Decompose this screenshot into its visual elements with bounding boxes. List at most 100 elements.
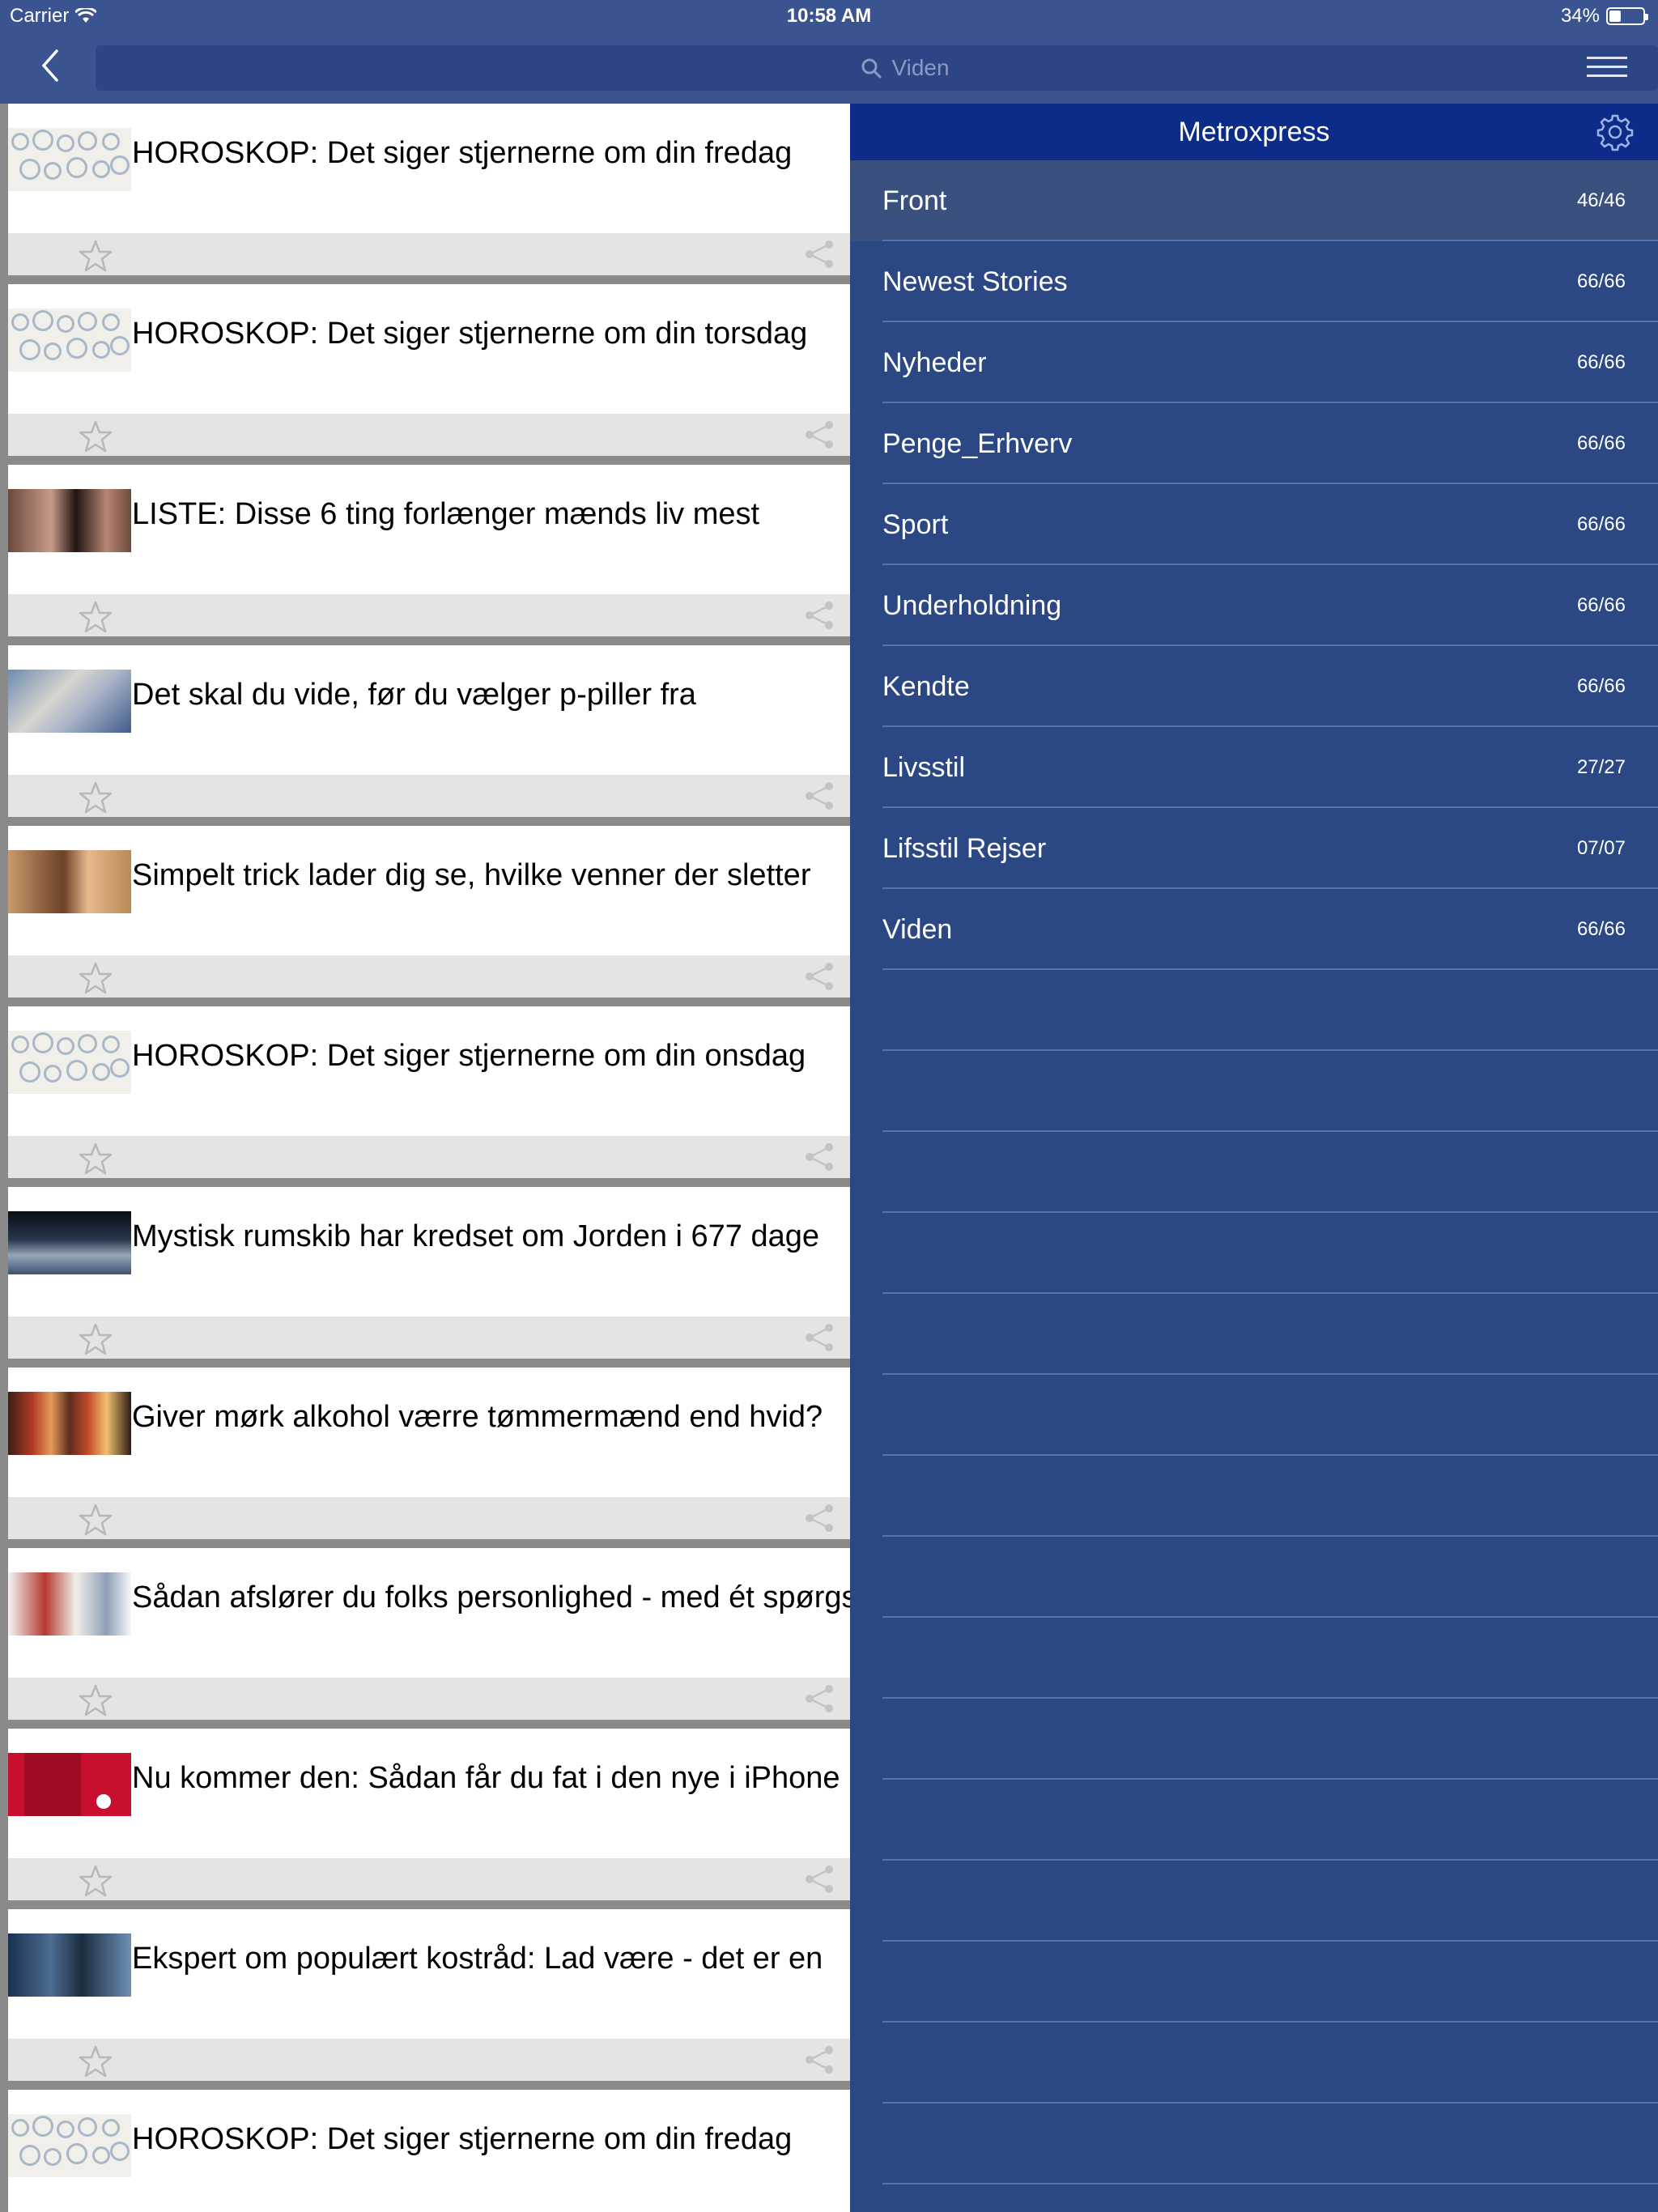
share-button[interactable] [801,1141,837,1173]
category-name: Newest Stories [882,266,1068,297]
share-button[interactable] [801,599,837,632]
article-title[interactable]: Nu kommer den: Sådan får du fat i den ny… [132,1761,840,1796]
category-item[interactable]: Sport 66/66 [850,484,1658,565]
article-thumbnail [8,489,131,552]
category-item[interactable]: Viden 66/66 [850,889,1658,970]
panel-header: Metroxpress [850,104,1658,160]
empty-row-divider [882,1535,1658,1537]
article-title[interactable]: Sådan afslører du folks personlighed - m… [132,1580,850,1615]
empty-row-divider [882,1454,1658,1456]
share-button[interactable] [801,780,837,812]
empty-row-divider [882,1859,1658,1861]
favorite-button[interactable] [78,1141,113,1176]
share-button[interactable] [801,1863,837,1895]
article-actions [8,775,850,817]
favorite-button[interactable] [78,419,113,454]
article-title[interactable]: LISTE: Disse 6 ting forlænger mænds liv … [132,497,759,532]
favorite-button[interactable] [78,1321,113,1357]
share-button[interactable] [801,419,837,451]
menu-button[interactable] [1587,50,1627,86]
category-item[interactable]: Newest Stories 66/66 [850,241,1658,322]
article-list[interactable]: HOROSKOP: Det siger stjernerne om din fr… [0,104,850,2212]
favorite-button[interactable] [78,599,113,635]
star-icon [79,1323,113,1355]
category-count: 66/66 [1576,594,1626,616]
article-title[interactable]: HOROSKOP: Det siger stjernerne om din on… [132,1039,806,1074]
article-title[interactable]: HOROSKOP: Det siger stjernerne om din fr… [132,136,792,171]
article-thumbnail [8,308,131,372]
category-item[interactable]: Front 46/46 [850,160,1658,241]
category-item[interactable]: Nyheder 66/66 [850,322,1658,403]
favorite-button[interactable] [78,2044,113,2079]
category-name: Sport [882,509,949,540]
article-thumbnail [8,670,131,733]
favorite-button[interactable] [78,960,113,996]
article-card[interactable]: HOROSKOP: Det siger stjernerne om din fr… [8,2090,850,2212]
article-card[interactable]: HOROSKOP: Det siger stjernerne om din to… [8,284,850,456]
article-actions [8,594,850,636]
article-actions [8,955,850,998]
status-battery: 34% [1560,5,1648,28]
article-card[interactable]: Ekspert om populært kostråd: Lad være - … [8,1909,850,2081]
article-card[interactable]: Mystisk rumskib har kredset om Jorden i … [8,1187,850,1359]
back-button[interactable] [32,45,68,86]
share-icon [806,963,833,990]
article-title[interactable]: Simpelt trick lader dig se, hvilke venne… [132,858,810,893]
article-title[interactable]: HOROSKOP: Det siger stjernerne om din to… [132,317,807,351]
category-panel: Metroxpress Front 46/46 Newest Stories 66/6… [850,104,1658,2212]
article-actions [8,1678,850,1720]
category-item[interactable]: Penge_Erhverv 66/66 [850,403,1658,484]
category-count: 46/46 [1576,189,1626,211]
battery-level [1609,11,1621,22]
empty-row-divider [882,2102,1658,2104]
article-card[interactable]: LISTE: Disse 6 ting forlænger mænds liv … [8,465,850,636]
share-button[interactable] [801,1321,837,1354]
article-title[interactable]: Mystisk rumskib har kredset om Jorden i … [132,1219,819,1254]
article-card[interactable]: Det skal du vide, før du vælger p-piller… [8,645,850,817]
category-name: Livsstil [882,752,966,783]
article-title[interactable]: Giver mørk alkohol værre tømmermænd end … [132,1400,823,1435]
favorite-button[interactable] [78,1502,113,1538]
star-icon [79,1865,113,1897]
panel-title: Metroxpress [1178,117,1330,147]
empty-row-divider [882,1697,1658,1699]
article-card[interactable]: Sådan afslører du folks personlighed - m… [8,1548,850,1720]
favorite-button[interactable] [78,238,113,274]
share-button[interactable] [801,2044,837,2076]
empty-row-divider [882,1373,1658,1375]
star-icon [79,962,113,994]
share-icon [806,2046,833,2074]
share-icon [806,1865,833,1893]
favorite-button[interactable] [78,1863,113,1899]
article-card[interactable]: Giver mørk alkohol værre tømmermænd end … [8,1368,850,1539]
battery-icon [1606,7,1648,25]
article-title[interactable]: HOROSKOP: Det siger stjernerne om din fr… [132,2122,792,2157]
share-button[interactable] [801,1682,837,1715]
battery-percent: 34% [1560,5,1600,27]
share-button[interactable] [801,960,837,993]
share-button[interactable] [801,1502,837,1534]
favorite-button[interactable] [78,1682,113,1718]
category-item[interactable]: Underholdning 66/66 [850,565,1658,646]
share-button[interactable] [801,238,837,270]
article-card[interactable]: HOROSKOP: Det siger stjernerne om din on… [8,1006,850,1178]
article-card[interactable]: HOROSKOP: Det siger stjernerne om din fr… [8,104,850,275]
empty-row-divider [882,1292,1658,1294]
article-thumbnail [8,1933,131,1997]
article-title[interactable]: Ekspert om populært kostråd: Lad være - … [132,1942,823,1976]
status-time: 10:58 AM [786,5,872,27]
search-input[interactable]: Viden [96,45,1658,91]
article-actions [8,1497,850,1539]
article-card[interactable]: Simpelt trick lader dig se, hvilke venne… [8,826,850,998]
article-title[interactable]: Det skal du vide, før du vælger p-piller… [132,678,696,713]
favorite-button[interactable] [78,780,113,815]
category-item[interactable]: Kendte 66/66 [850,646,1658,727]
settings-button[interactable] [1595,112,1635,152]
share-icon [806,1324,833,1351]
article-card[interactable]: Nu kommer den: Sådan får du fat i den ny… [8,1729,850,1900]
category-count: 27/27 [1576,756,1626,778]
category-name: Underholdning [882,590,1062,621]
share-icon [806,602,833,629]
category-item[interactable]: Livsstil 27/27 [850,727,1658,808]
category-item[interactable]: Lifsstil Rejser 07/07 [850,808,1658,889]
